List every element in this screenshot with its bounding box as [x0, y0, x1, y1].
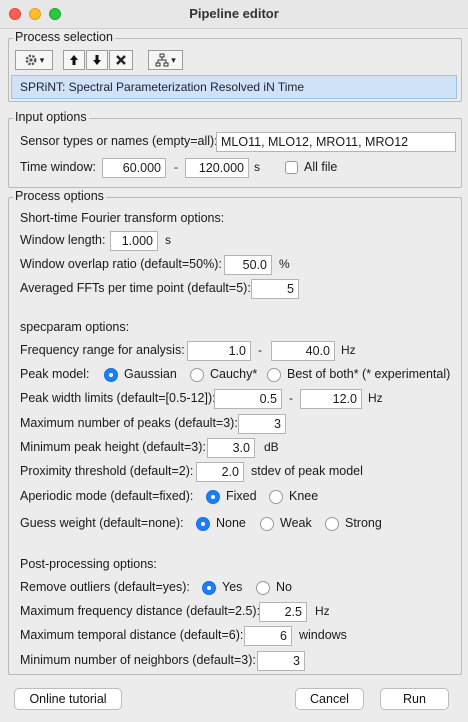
arrow-down-icon — [93, 55, 101, 65]
time-dash: - — [174, 160, 178, 174]
chevron-down-icon: ▾ — [171, 54, 176, 65]
min-neighbors-input[interactable]: 3 — [257, 651, 305, 671]
overlap-unit: % — [279, 257, 290, 271]
peak-width-dash: - — [289, 391, 293, 405]
proximity-label: Proximity threshold (default=2): — [20, 464, 194, 478]
peak-model-label: Peak model: — [20, 367, 90, 381]
avg-ffts-label: Averaged FFTs per time point (default=5)… — [20, 281, 251, 295]
post-processing-heading: Post-processing options: — [20, 557, 157, 571]
time-unit: s — [254, 160, 260, 174]
gear-menu-button[interactable]: ▾ — [15, 50, 53, 70]
input-options-legend: Input options — [13, 110, 89, 124]
run-button[interactable]: Run — [380, 688, 449, 710]
all-file-label: All file — [304, 160, 338, 174]
max-temporal-distance-label: Maximum temporal distance (default=6): — [20, 628, 244, 642]
peak-width-unit: Hz — [368, 391, 383, 405]
all-file-checkbox[interactable] — [285, 161, 298, 174]
cancel-button[interactable]: Cancel — [295, 688, 364, 710]
sensor-label: Sensor types or names (empty=all): — [20, 134, 218, 148]
peak-width-min-input[interactable]: 0.5 — [214, 389, 282, 409]
min-peak-height-label: Minimum peak height (default=3): — [20, 440, 206, 454]
guess-weight-weak-label: Weak — [280, 516, 312, 530]
chevron-down-icon: ▾ — [39, 54, 45, 65]
max-temporal-distance-input[interactable]: 6 — [244, 626, 292, 646]
peak-model-cauchy-label: Cauchy* — [210, 367, 258, 381]
delete-process-button[interactable] — [109, 50, 133, 70]
proximity-input[interactable]: 2.0 — [196, 462, 244, 482]
peak-model-gaussian-radio[interactable] — [104, 368, 118, 382]
peak-model-best-label: Best of both* (* experimental) — [287, 367, 451, 381]
window-title: Pipeline editor — [189, 6, 279, 21]
min-peak-height-unit: dB — [264, 440, 279, 454]
remove-outliers-no-label: No — [276, 580, 292, 594]
peak-width-label: Peak width limits (default=[0.5-12]): — [20, 391, 216, 405]
max-freq-distance-label: Maximum frequency distance (default=2.5)… — [20, 604, 261, 618]
guess-weight-none-radio[interactable] — [196, 517, 210, 531]
avg-ffts-input[interactable]: 5 — [251, 279, 299, 299]
pipeline-tree-button[interactable]: ▾ — [148, 50, 183, 70]
specparam-heading: specparam options: — [20, 320, 130, 334]
aperiodic-knee-radio[interactable] — [269, 490, 283, 504]
process-options-legend: Process options — [13, 189, 106, 203]
remove-outliers-no-radio[interactable] — [256, 581, 270, 595]
max-peaks-input[interactable]: 3 — [238, 414, 286, 434]
process-selection-legend: Process selection — [13, 30, 115, 44]
proximity-unit: stdev of peak model — [251, 464, 363, 478]
overlap-label: Window overlap ratio (default=50%): — [20, 257, 222, 271]
freq-range-max-input[interactable]: 40.0 — [271, 341, 335, 361]
time-end-input[interactable]: 120.000 — [185, 158, 249, 178]
process-options-group: Process options Short-time Fourier trans… — [8, 189, 462, 675]
max-freq-distance-input[interactable]: 2.5 — [259, 602, 307, 622]
max-peaks-label: Maximum number of peaks (default=3): — [20, 416, 238, 430]
guess-weight-strong-radio[interactable] — [325, 517, 339, 531]
process-selection-group: Process selection ▾ ▾ SPRiNT: Spectral P… — [8, 30, 462, 102]
sensor-input[interactable]: MLO11, MLO12, MRO11, MRO12 — [216, 132, 456, 152]
min-peak-height-input[interactable]: 3.0 — [207, 438, 255, 458]
max-freq-distance-unit: Hz — [315, 604, 330, 618]
time-window-label: Time window: — [20, 160, 96, 174]
window-length-unit: s — [165, 233, 171, 247]
freq-range-min-input[interactable]: 1.0 — [187, 341, 251, 361]
guess-weight-strong-label: Strong — [345, 516, 382, 530]
aperiodic-fixed-label: Fixed — [226, 489, 257, 503]
freq-range-unit: Hz — [341, 343, 356, 357]
input-options-group: Input options Sensor types or names (emp… — [8, 110, 462, 188]
tree-icon — [155, 53, 169, 67]
title-bar: Pipeline editor — [0, 0, 468, 29]
overlap-input[interactable]: 50.0 — [224, 255, 272, 275]
max-temporal-distance-unit: windows — [299, 628, 347, 642]
selected-process-item[interactable]: SPRiNT: Spectral Parameterization Resolv… — [11, 75, 457, 99]
online-tutorial-button[interactable]: Online tutorial — [14, 688, 122, 710]
stft-heading: Short-time Fourier transform options: — [20, 211, 225, 225]
move-up-button[interactable] — [63, 50, 85, 70]
guess-weight-none-label: None — [216, 516, 246, 530]
min-neighbors-label: Minimum number of neighbors (default=3): — [20, 653, 256, 667]
peak-model-best-radio[interactable] — [267, 368, 281, 382]
move-down-button[interactable] — [86, 50, 108, 70]
peak-width-max-input[interactable]: 12.0 — [300, 389, 362, 409]
remove-outliers-yes-label: Yes — [222, 580, 243, 594]
remove-outliers-yes-radio[interactable] — [202, 581, 216, 595]
remove-outliers-label: Remove outliers (default=yes): — [20, 580, 190, 594]
freq-range-label: Frequency range for analysis: — [20, 343, 185, 357]
aperiodic-knee-label: Knee — [289, 489, 319, 503]
window-length-input[interactable]: 1.000 — [110, 231, 158, 251]
guess-weight-label: Guess weight (default=none): — [20, 516, 184, 530]
arrow-up-icon — [70, 55, 78, 65]
peak-model-gaussian-label: Gaussian — [124, 367, 177, 381]
window-length-label: Window length: — [20, 233, 106, 247]
peak-model-cauchy-radio[interactable] — [190, 368, 204, 382]
delete-icon — [116, 55, 126, 65]
gear-icon — [25, 54, 37, 66]
aperiodic-fixed-radio[interactable] — [206, 490, 220, 504]
guess-weight-weak-radio[interactable] — [260, 517, 274, 531]
freq-range-dash: - — [258, 343, 262, 357]
aperiodic-label: Aperiodic mode (default=fixed): — [20, 489, 194, 503]
time-start-input[interactable]: 60.000 — [102, 158, 166, 178]
